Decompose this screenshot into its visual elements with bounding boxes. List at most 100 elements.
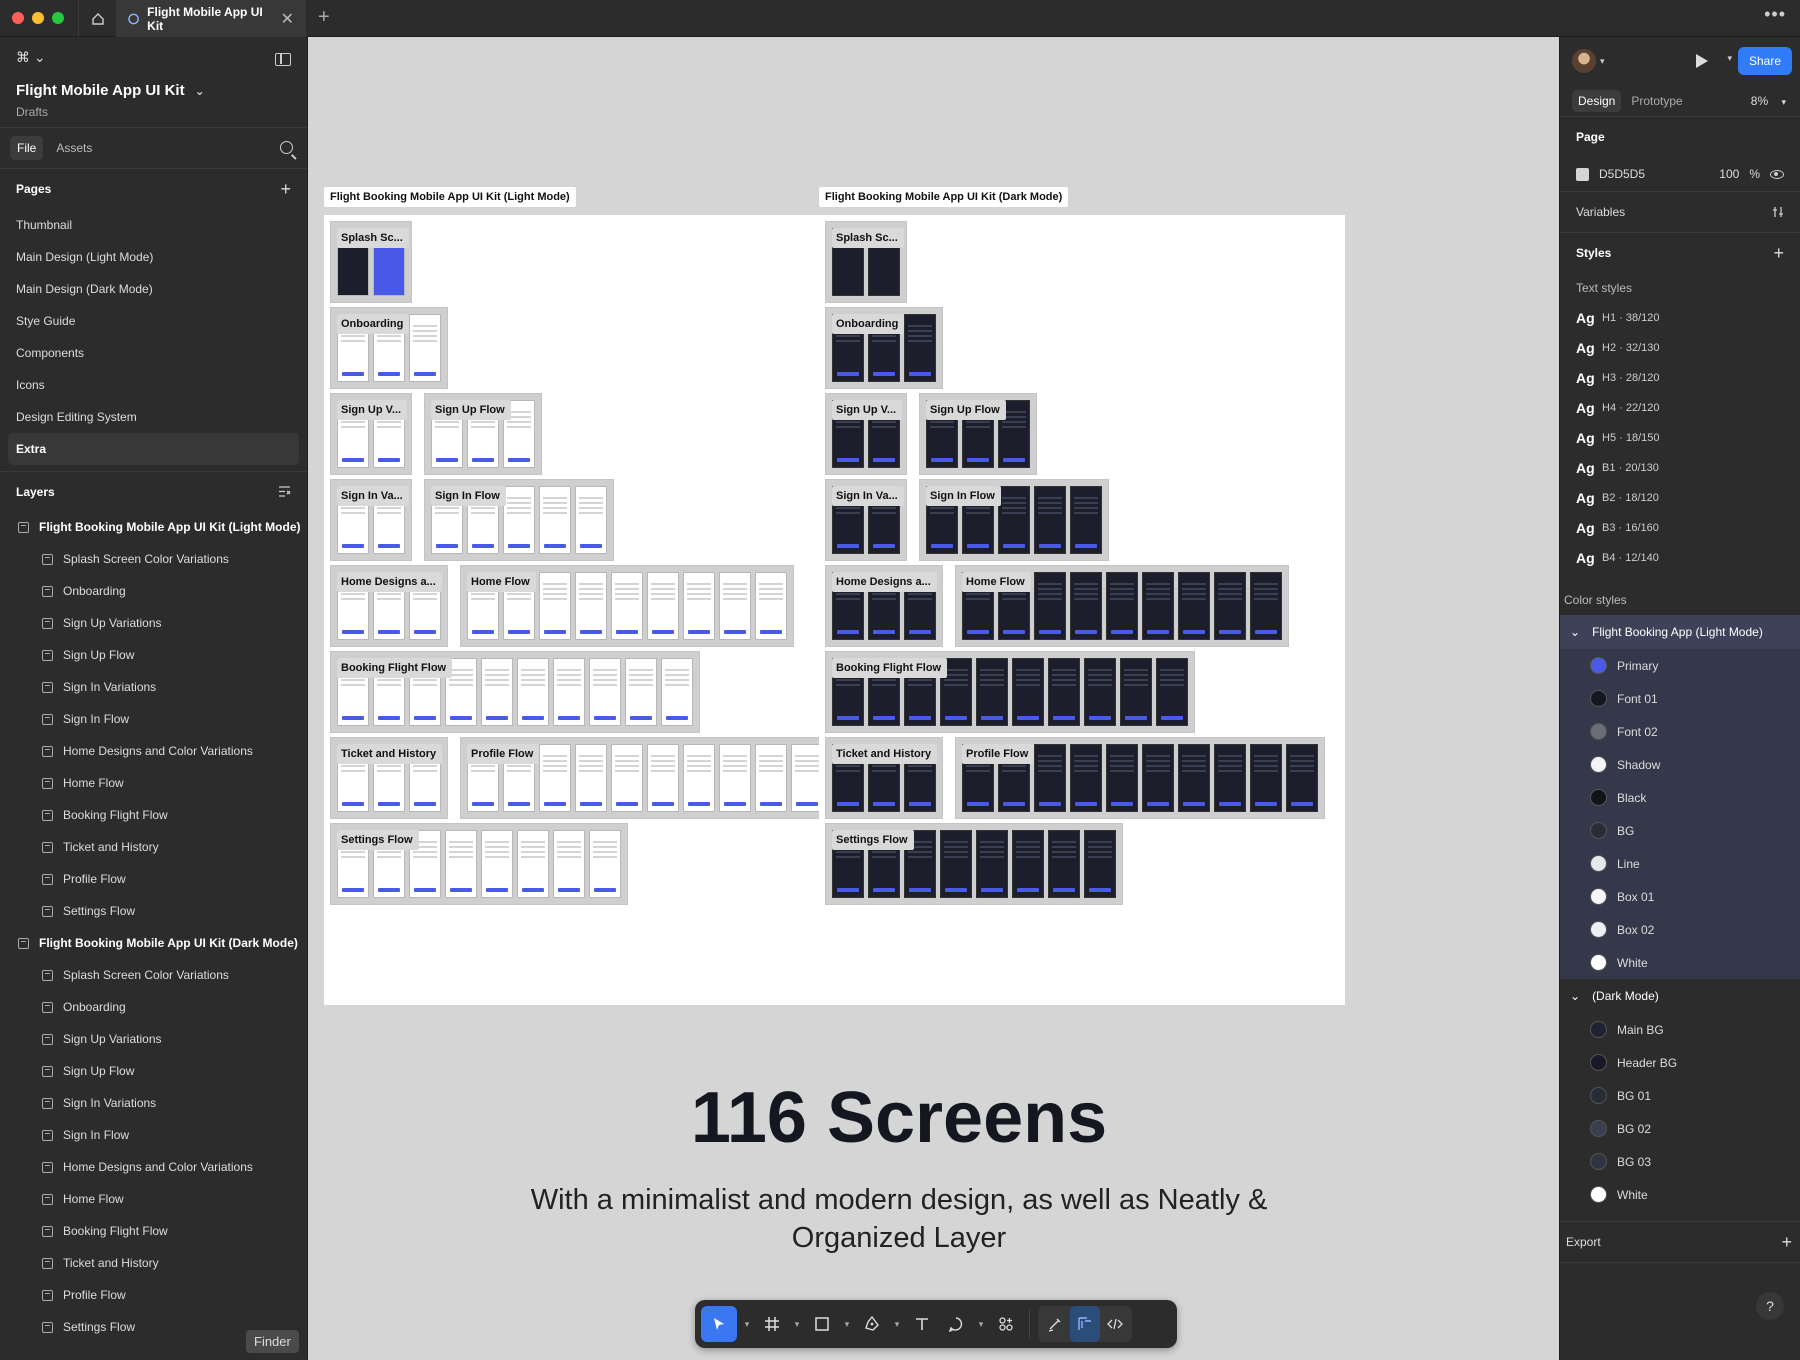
- screen-thumbnail[interactable]: [1034, 486, 1066, 554]
- screen-thumbnail[interactable]: [755, 744, 787, 812]
- canvas-section[interactable]: Sign In Va...: [330, 479, 412, 561]
- color-style-item[interactable]: Box 01: [1560, 880, 1800, 913]
- text-style-item[interactable]: Ag H5 · 18/150: [1576, 423, 1784, 453]
- screen-thumbnail[interactable]: [1084, 830, 1116, 898]
- canvas-section[interactable]: Sign In Flow: [424, 479, 614, 561]
- screen-thumbnail[interactable]: [1034, 572, 1066, 640]
- layer-item[interactable]: Sign Up Flow: [0, 1055, 307, 1087]
- page-item[interactable]: Icons: [0, 369, 307, 401]
- shape-tool-button[interactable]: [807, 1306, 837, 1342]
- color-group-header[interactable]: ⌄ (Dark Mode): [1560, 979, 1800, 1013]
- variables-settings-icon[interactable]: [1772, 206, 1784, 218]
- screen-thumbnail[interactable]: [1106, 744, 1138, 812]
- text-style-item[interactable]: Ag B3 · 16/160: [1576, 513, 1784, 543]
- pen-tool-dropdown[interactable]: ▾: [891, 1306, 903, 1342]
- help-button[interactable]: ?: [1756, 1292, 1784, 1320]
- layer-item[interactable]: Booking Flight Flow: [0, 799, 307, 831]
- comment-tool-button[interactable]: [941, 1306, 971, 1342]
- page-item[interactable]: Main Design (Dark Mode): [0, 273, 307, 305]
- screen-thumbnail[interactable]: [1178, 572, 1210, 640]
- frame-tool-button[interactable]: [757, 1306, 787, 1342]
- design-mode-button[interactable]: [1070, 1306, 1100, 1342]
- screen-thumbnail[interactable]: [1286, 744, 1318, 812]
- draw-mode-button[interactable]: [1040, 1306, 1070, 1342]
- close-tab-icon[interactable]: ✕: [281, 9, 294, 29]
- color-style-item[interactable]: Main BG: [1560, 1013, 1800, 1046]
- text-style-item[interactable]: Ag H3 · 28/120: [1576, 363, 1784, 393]
- text-style-item[interactable]: Ag B4 · 12/140: [1576, 543, 1784, 573]
- screen-thumbnail[interactable]: [1214, 744, 1246, 812]
- canvas-section[interactable]: Splash Sc...: [330, 221, 412, 303]
- color-style-item[interactable]: Font 01: [1560, 682, 1800, 715]
- canvas-section[interactable]: Sign Up V...: [825, 393, 907, 475]
- screen-thumbnail[interactable]: [1250, 744, 1282, 812]
- screen-thumbnail[interactable]: [998, 486, 1030, 554]
- canvas-section[interactable]: Splash Sc...: [825, 221, 907, 303]
- maximize-window-button[interactable]: [52, 12, 64, 24]
- canvas-section[interactable]: Home Designs a...: [330, 565, 448, 647]
- color-style-item[interactable]: BG 01: [1560, 1079, 1800, 1112]
- screen-thumbnail[interactable]: [755, 572, 787, 640]
- comment-tool-dropdown[interactable]: ▾: [975, 1306, 987, 1342]
- screen-thumbnail[interactable]: [409, 314, 441, 382]
- screen-thumbnail[interactable]: [1156, 658, 1188, 726]
- move-tool-dropdown[interactable]: ▾: [741, 1306, 753, 1342]
- layer-item[interactable]: Profile Flow: [0, 863, 307, 895]
- screen-thumbnail[interactable]: [976, 830, 1008, 898]
- main-menu-button[interactable]: ⌘ ⌄: [16, 49, 291, 66]
- close-window-button[interactable]: [12, 12, 24, 24]
- page-item[interactable]: Components: [0, 337, 307, 369]
- canvas[interactable]: Flight Booking Mobile App UI Kit (Light …: [309, 37, 1559, 1360]
- tab-file[interactable]: File: [10, 136, 44, 160]
- text-style-item[interactable]: Ag H2 · 32/130: [1576, 333, 1784, 363]
- add-page-button[interactable]: +: [280, 179, 291, 200]
- canvas-section[interactable]: Sign In Va...: [825, 479, 907, 561]
- tab-assets[interactable]: Assets: [49, 136, 99, 160]
- layer-item[interactable]: Sign Up Variations: [0, 1023, 307, 1055]
- screen-thumbnail[interactable]: [1178, 744, 1210, 812]
- color-style-item[interactable]: White: [1560, 946, 1800, 979]
- layer-item[interactable]: Sign In Flow: [0, 1119, 307, 1151]
- screen-thumbnail[interactable]: [1048, 658, 1080, 726]
- screen-thumbnail[interactable]: [683, 744, 715, 812]
- layer-item[interactable]: Home Flow: [0, 1183, 307, 1215]
- layer-item[interactable]: Home Flow: [0, 767, 307, 799]
- screen-thumbnail[interactable]: [503, 486, 535, 554]
- layer-item[interactable]: Splash Screen Color Variations: [0, 959, 307, 991]
- canvas-section[interactable]: Sign In Flow: [919, 479, 1109, 561]
- screen-thumbnail[interactable]: [575, 744, 607, 812]
- canvas-section[interactable]: Onboarding: [330, 307, 448, 389]
- canvas-section[interactable]: Sign Up Flow: [424, 393, 542, 475]
- canvas-section[interactable]: Booking Flight Flow: [330, 651, 700, 733]
- canvas-section[interactable]: Ticket and History: [825, 737, 943, 819]
- screen-thumbnail[interactable]: [719, 744, 751, 812]
- tab-design[interactable]: Design: [1572, 89, 1622, 112]
- page-color-hex[interactable]: D5D5D5: [1599, 167, 1645, 181]
- file-tab[interactable]: Flight Mobile App UI Kit ✕: [116, 0, 306, 37]
- color-style-item[interactable]: Line: [1560, 847, 1800, 880]
- color-style-item[interactable]: Box 02: [1560, 913, 1800, 946]
- new-tab-button[interactable]: +: [318, 6, 330, 29]
- color-style-item[interactable]: Black: [1560, 781, 1800, 814]
- screen-thumbnail[interactable]: [1084, 658, 1116, 726]
- screen-thumbnail[interactable]: [1012, 658, 1044, 726]
- text-style-item[interactable]: Ag B1 · 20/130: [1576, 453, 1784, 483]
- screen-thumbnail[interactable]: [445, 830, 477, 898]
- color-style-item[interactable]: BG: [1560, 814, 1800, 847]
- more-options-button[interactable]: •••: [1764, 4, 1786, 25]
- screen-thumbnail[interactable]: [589, 658, 621, 726]
- layer-item[interactable]: Onboarding: [0, 575, 307, 607]
- page-item[interactable]: Design Editing System: [0, 401, 307, 433]
- screen-thumbnail[interactable]: [719, 572, 751, 640]
- screen-thumbnail[interactable]: [1070, 744, 1102, 812]
- add-export-button[interactable]: +: [1781, 1232, 1792, 1253]
- document-title[interactable]: Flight Mobile App UI Kit ⌄: [16, 82, 291, 99]
- screen-thumbnail[interactable]: [539, 744, 571, 812]
- canvas-section[interactable]: Home Flow: [460, 565, 794, 647]
- collapse-layers-icon[interactable]: [278, 486, 291, 497]
- actions-tool-button[interactable]: [991, 1306, 1021, 1342]
- screen-thumbnail[interactable]: [1012, 830, 1044, 898]
- zoom-level[interactable]: 8% ▾: [1751, 94, 1786, 108]
- page-item[interactable]: Stye Guide: [0, 305, 307, 337]
- screen-thumbnail[interactable]: [1070, 572, 1102, 640]
